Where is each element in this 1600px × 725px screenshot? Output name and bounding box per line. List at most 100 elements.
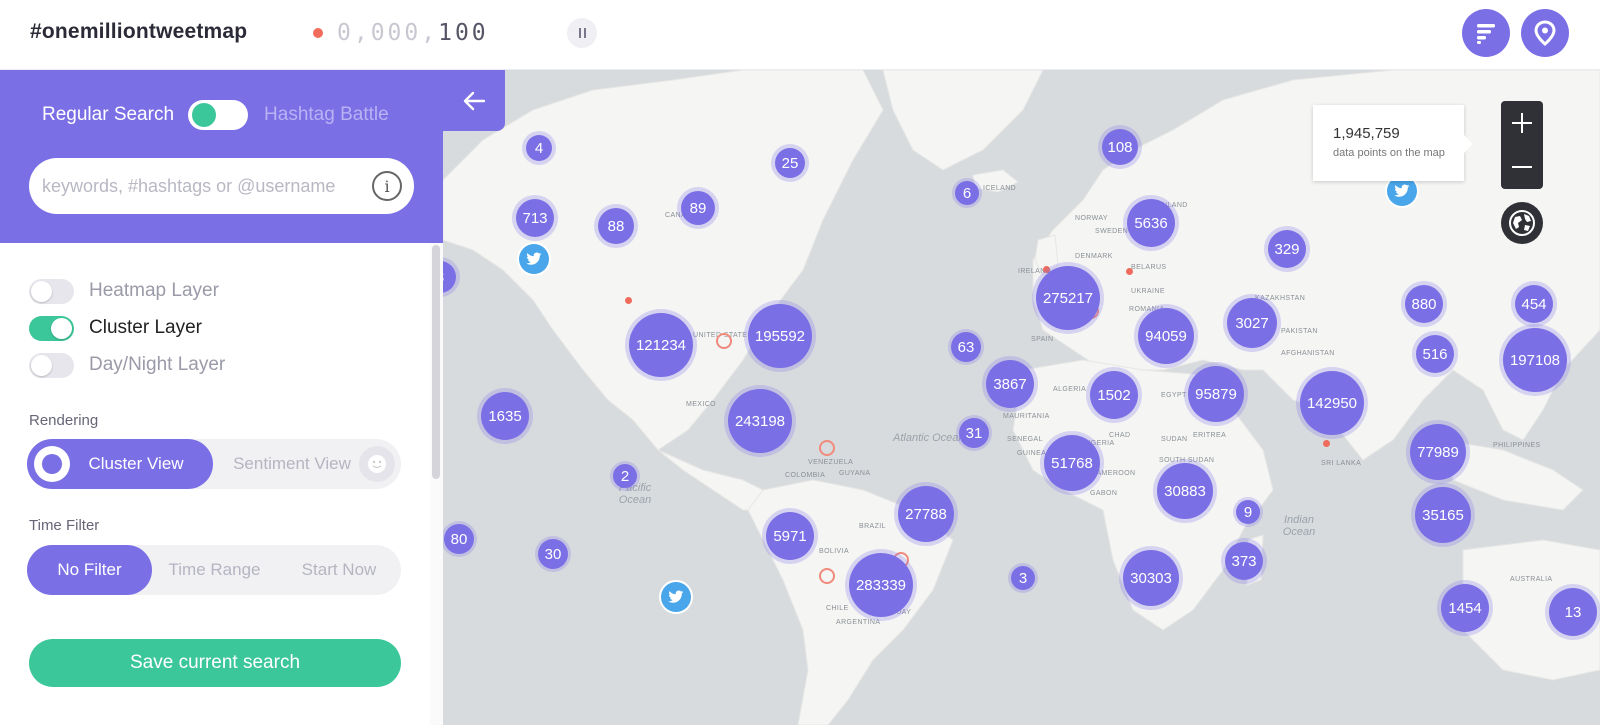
cluster-marker[interactable]: 5971	[762, 508, 818, 564]
cluster-marker[interactable]: 4	[522, 131, 556, 165]
time-filter-title: Time Filter	[29, 517, 100, 534]
cluster-marker[interactable]: 89	[677, 187, 719, 229]
cluster-marker[interactable]: 3027	[1223, 294, 1281, 352]
zoom-in-button[interactable]	[1501, 101, 1543, 145]
cluster-marker[interactable]: 77989	[1406, 420, 1470, 484]
country-label: ICELAND	[983, 185, 1017, 192]
cluster-count: 25	[775, 148, 805, 178]
cluster-count: 283339	[849, 553, 913, 617]
cluster-marker[interactable]: 94059	[1134, 304, 1198, 368]
rendering-title: Rendering	[29, 412, 99, 429]
twitter-marker[interactable]	[661, 582, 691, 612]
scrollbar-thumb[interactable]	[432, 245, 440, 479]
country-label: PHILIPPINES	[1493, 442, 1541, 449]
cluster-marker[interactable]: 27788	[894, 482, 958, 546]
cluster-count: 13	[1549, 588, 1597, 636]
pause-button[interactable]	[567, 18, 597, 48]
cluster-marker[interactable]: 88	[594, 204, 638, 248]
cluster-marker[interactable]: 195592	[744, 300, 816, 372]
cluster-marker[interactable]: 454	[1511, 281, 1557, 327]
cluster-marker[interactable]: 30	[535, 536, 571, 572]
time-range-option[interactable]: Time Range	[152, 545, 277, 595]
cluster-marker[interactable]: 25	[771, 144, 809, 182]
control-sidebar: Regular Search Hashtag Battle i Heatmap …	[0, 70, 505, 725]
cluster-count: 63	[951, 332, 981, 362]
cluster-marker[interactable]: 142950	[1296, 367, 1368, 439]
cluster-marker[interactable]: 5636	[1123, 195, 1179, 251]
info-icon[interactable]: i	[372, 171, 402, 201]
country-label: EGYPT	[1161, 392, 1187, 399]
no-filter-option[interactable]: No Filter	[27, 545, 152, 595]
globe-view-button[interactable]	[1501, 202, 1543, 244]
country-label: ERITREA	[1193, 432, 1227, 439]
cluster-marker[interactable]: 3867	[982, 356, 1038, 412]
cluster-count: 275217	[1036, 266, 1100, 330]
country-label: GABON	[1090, 490, 1118, 497]
cluster-marker[interactable]: 197108	[1499, 324, 1571, 396]
cluster-marker[interactable]: 1502	[1086, 367, 1142, 423]
cluster-marker[interactable]: 1454	[1437, 580, 1493, 636]
layer-label: Day/Night Layer	[89, 354, 226, 375]
location-button[interactable]	[1521, 9, 1569, 57]
cluster-marker[interactable]: 9	[1233, 497, 1263, 527]
cluster-count: 516	[1416, 335, 1454, 373]
cluster-marker[interactable]: 63	[948, 329, 984, 365]
layer-heatmap[interactable]: Heatmap Layer	[29, 278, 219, 304]
cluster-view-option[interactable]: Cluster View	[27, 439, 213, 489]
cluster-marker[interactable]: 516	[1412, 331, 1458, 377]
cluster-marker[interactable]: 2	[610, 461, 640, 491]
country-label: BOLIVIA	[819, 548, 850, 555]
cluster-marker[interactable]: 1635	[477, 388, 533, 444]
cluster-switch[interactable]	[29, 315, 74, 341]
search-mode-toggle[interactable]	[188, 100, 249, 130]
cluster-marker[interactable]: 95879	[1184, 362, 1248, 426]
cluster-count: 1635	[481, 392, 529, 440]
cluster-marker[interactable]: 51768	[1040, 431, 1104, 495]
cluster-marker[interactable]: 713	[512, 195, 558, 241]
daynight-switch[interactable]	[29, 352, 74, 378]
cluster-marker[interactable]: 243198	[724, 385, 796, 457]
stats-button[interactable]	[1462, 9, 1510, 57]
sidebar-scrollbar[interactable]	[430, 243, 443, 725]
sentiment-view-option[interactable]: Sentiment View	[213, 439, 401, 489]
cluster-marker[interactable]: 121234	[625, 309, 697, 381]
cluster-marker[interactable]: 35165	[1411, 483, 1475, 547]
tweet-point	[625, 297, 632, 304]
cluster-count: 6	[955, 181, 979, 205]
start-now-option[interactable]: Start Now	[277, 545, 401, 595]
zoom-out-button[interactable]	[1501, 145, 1543, 189]
cluster-marker[interactable]: 31	[956, 415, 992, 451]
cluster-marker[interactable]: 329	[1264, 226, 1310, 272]
cluster-marker[interactable]: 283339	[845, 549, 917, 621]
cluster-marker[interactable]: 3	[1008, 563, 1038, 593]
layer-label: Cluster Layer	[89, 317, 202, 338]
hashtag-battle-label[interactable]: Hashtag Battle	[264, 104, 389, 126]
cluster-marker[interactable]: 30883	[1153, 459, 1217, 523]
brand-title: #onemilliontweetmap	[30, 20, 248, 43]
layer-cluster[interactable]: Cluster Layer	[29, 315, 202, 341]
regular-search-label[interactable]: Regular Search	[42, 104, 174, 126]
cluster-marker[interactable]: 13	[1545, 584, 1600, 640]
cluster-count: 373	[1225, 542, 1263, 580]
layer-daynight[interactable]: Day/Night Layer	[29, 352, 225, 378]
twitter-marker[interactable]	[519, 244, 549, 274]
cluster-count: 713	[516, 199, 554, 237]
cluster-marker[interactable]: 108	[1098, 125, 1142, 169]
cluster-count: 1502	[1090, 371, 1138, 419]
cluster-marker[interactable]: 880	[1401, 281, 1447, 327]
sentiment-view-label: Sentiment View	[233, 454, 351, 473]
country-label: PAKISTAN	[1281, 328, 1318, 335]
cluster-count: 4	[526, 135, 552, 161]
live-indicator	[313, 28, 323, 38]
cluster-count: 197108	[1503, 328, 1567, 392]
layer-label: Heatmap Layer	[89, 280, 219, 301]
cluster-marker[interactable]: 275217	[1032, 262, 1104, 334]
cluster-marker[interactable]: 30303	[1119, 546, 1183, 610]
cluster-marker[interactable]: 373	[1221, 538, 1267, 584]
heatmap-switch[interactable]	[29, 278, 74, 304]
cluster-marker[interactable]: 6	[952, 178, 982, 208]
save-search-button[interactable]: Save current search	[29, 639, 401, 687]
collapse-sidebar-button[interactable]	[443, 70, 505, 131]
world-map[interactable]: Atlantic Ocean Pacific Ocean Indian Ocea…	[443, 70, 1600, 725]
search-input[interactable]	[42, 158, 372, 214]
